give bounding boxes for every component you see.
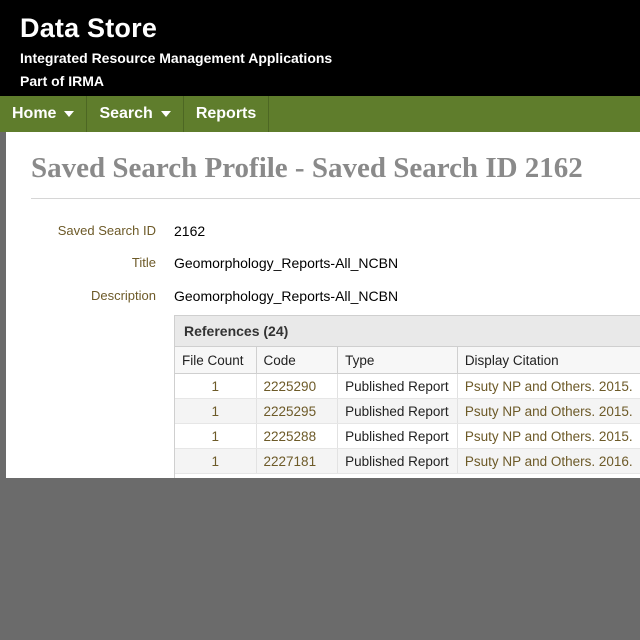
main-nav: Home Search Reports (0, 96, 640, 132)
table-header-row: File Count Code Type Display Citation (175, 347, 640, 374)
nav-reports[interactable]: Reports (184, 96, 270, 132)
type-cell: Published Report (337, 423, 458, 449)
nav-search-label: Search (99, 105, 153, 122)
description-label: Description (90, 288, 156, 303)
col-file-count[interactable]: File Count (175, 347, 257, 374)
nav-home-label: Home (12, 105, 57, 122)
citation-link[interactable]: Psuty NP and Others. 2015. (457, 398, 640, 424)
type-cell: Published Report (337, 373, 458, 399)
references-header: References (24) (175, 316, 640, 347)
table-row: 1 2227181 Published Report Psuty NP and … (175, 448, 640, 474)
code-link[interactable]: 2225295 (256, 398, 339, 424)
saved-search-id-value: 2162 (174, 223, 206, 239)
type-cell: Published Report (337, 398, 458, 424)
app-subtitle: Integrated Resource Management Applicati… (20, 50, 333, 66)
col-display-citation[interactable]: Display Citation (457, 347, 640, 374)
citation-link[interactable]: Psuty NP and Others. 2015. (457, 423, 640, 449)
app-parent[interactable]: Part of IRMA (20, 73, 104, 89)
chevron-down-icon (160, 111, 171, 117)
file-count-link[interactable]: 1 (175, 423, 257, 449)
app-title[interactable]: Data Store (20, 13, 157, 44)
chevron-down-icon (64, 111, 75, 117)
title-label: Title (131, 255, 156, 270)
main-content: Saved Search Profile - Saved Search ID 2… (6, 132, 640, 478)
citation-link[interactable]: Psuty NP and Others. 2016. (457, 448, 640, 474)
file-count-link[interactable]: 1 (175, 398, 257, 424)
table-row: 1 2225288 Published Report Psuty NP and … (175, 423, 640, 449)
table-row: 1 2225295 Published Report Psuty NP and … (175, 398, 640, 424)
file-count-link[interactable]: 1 (175, 448, 257, 474)
nav-home[interactable]: Home (0, 96, 88, 132)
file-count-link[interactable]: 1 (175, 373, 257, 399)
references-table: File Count Code Type Display Citation 1 … (175, 347, 640, 474)
code-link[interactable]: 2225290 (256, 373, 339, 399)
divider (31, 198, 640, 199)
description-value: Geomorphology_Reports-All_NCBN (174, 288, 399, 304)
nav-search[interactable]: Search (87, 96, 184, 132)
code-link[interactable]: 2227181 (256, 448, 339, 474)
col-type[interactable]: Type (337, 347, 458, 374)
type-cell: Published Report (337, 448, 458, 474)
code-link[interactable]: 2225288 (256, 423, 339, 449)
app-header: Data Store Integrated Resource Managemen… (0, 0, 640, 96)
title-value: Geomorphology_Reports-All_NCBN (174, 255, 399, 271)
references-panel: References (24) File Count Code Type Dis… (174, 315, 640, 478)
page-title: Saved Search Profile - Saved Search ID 2… (31, 152, 583, 184)
nav-reports-label: Reports (195, 105, 257, 122)
saved-search-id-label: Saved Search ID (57, 223, 156, 238)
table-row: 1 2225290 Published Report Psuty NP and … (175, 373, 640, 399)
citation-link[interactable]: Psuty NP and Others. 2015. (457, 373, 640, 399)
col-code[interactable]: Code (256, 347, 339, 374)
